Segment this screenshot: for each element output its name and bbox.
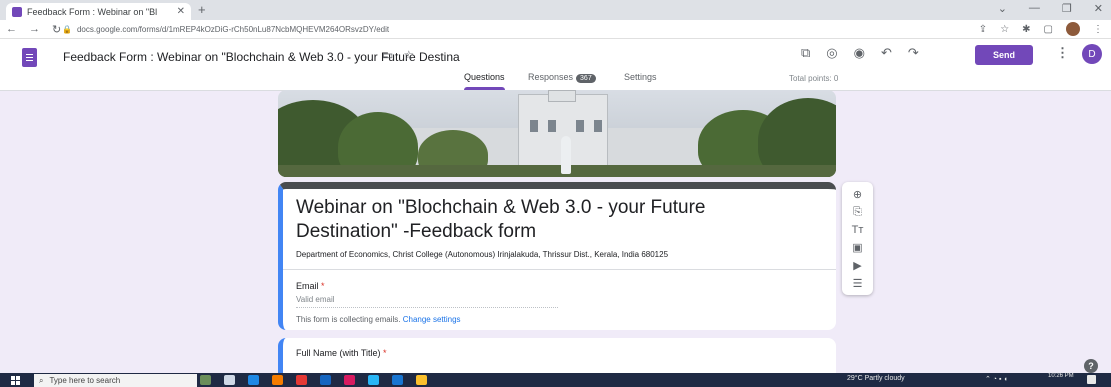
- add-image-icon[interactable]: ▣: [852, 241, 862, 254]
- addons-icon[interactable]: ⧉: [801, 45, 810, 61]
- address-bar-row: ← → ↻ 🔒 docs.google.com/forms/d/1mREP4kO…: [0, 20, 1111, 39]
- store-icon[interactable]: [320, 375, 331, 385]
- widget-icon[interactable]: [200, 375, 211, 385]
- taskbar-search[interactable]: ⌕ Type here to search: [34, 374, 197, 387]
- close-window-icon[interactable]: ✕: [1094, 2, 1103, 15]
- tab-questions[interactable]: Questions: [464, 72, 505, 90]
- app-icon[interactable]: [344, 375, 355, 385]
- collecting-emails-note: This form is collecting emails. Change s…: [296, 315, 461, 324]
- palette-icon[interactable]: ◎: [826, 45, 837, 61]
- title-icons: ▭ ☆: [382, 48, 414, 62]
- lock-icon: 🔒: [62, 25, 72, 34]
- forms-tabs: Questions Responses 367 Settings Total po…: [0, 70, 1111, 90]
- star-icon[interactable]: ☆: [403, 48, 414, 62]
- responses-count-badge: 367: [576, 74, 596, 83]
- add-video-icon[interactable]: ▶: [853, 259, 861, 272]
- forms-logo-icon[interactable]: [22, 48, 37, 67]
- url-bar[interactable]: 🔒 docs.google.com/forms/d/1mREP4kOzDiG-r…: [62, 22, 962, 37]
- form-title-card[interactable]: Webinar on "Blochchain & Web 3.0 - your …: [278, 182, 836, 330]
- browser-toolbar-right: ⇪ ☆ ✱ ▢ ⋮: [979, 22, 1103, 36]
- profile-avatar[interactable]: [1066, 22, 1080, 36]
- windows-start-icon[interactable]: [11, 376, 20, 385]
- telegram-icon[interactable]: [368, 375, 379, 385]
- bookmark-star-icon[interactable]: ☆: [1000, 24, 1009, 35]
- edge-icon[interactable]: [248, 375, 259, 385]
- user-avatar[interactable]: D: [1082, 44, 1102, 64]
- email-label: Email *: [296, 281, 325, 291]
- share-icon[interactable]: ⇪: [979, 24, 987, 35]
- send-button[interactable]: Send: [975, 45, 1033, 65]
- email-field[interactable]: Valid email: [296, 295, 558, 308]
- task-view-icon[interactable]: [224, 375, 235, 385]
- tab-responses-label: Responses: [528, 72, 574, 82]
- forms-favicon-icon: [12, 6, 22, 17]
- change-settings-link[interactable]: Change settings: [403, 315, 461, 324]
- search-icon: ⌕: [39, 375, 44, 385]
- add-title-icon[interactable]: Tт: [852, 224, 864, 236]
- header-tools: ⧉ ◎ ◉ ↶ ↷: [801, 45, 919, 61]
- chrome-icon[interactable]: [296, 375, 307, 385]
- add-question-icon[interactable]: ⊕: [853, 188, 862, 201]
- floating-toolbar: ⊕ ⎘ Tт ▣ ▶ ☰: [842, 182, 873, 295]
- browser-tab-title: Feedback Form : Webinar on "Bl: [27, 6, 158, 17]
- notification-icon[interactable]: [1087, 375, 1096, 384]
- minimize-icon[interactable]: —: [1029, 2, 1040, 15]
- browser-tab-strip: Feedback Form : Webinar on "Bl ✕ + ⌄ — ❐…: [0, 0, 1111, 20]
- more-options-icon[interactable]: ⋮: [1056, 45, 1069, 61]
- new-tab-icon[interactable]: +: [198, 2, 206, 17]
- back-icon[interactable]: ←: [6, 23, 17, 36]
- preview-eye-icon[interactable]: ◉: [854, 45, 865, 61]
- browser-tab[interactable]: Feedback Form : Webinar on "Bl ✕: [6, 3, 191, 20]
- question-title: Full Name (with Title) *: [296, 348, 387, 358]
- folder-icon[interactable]: ▭: [382, 48, 393, 62]
- close-tab-icon[interactable]: ✕: [177, 6, 185, 17]
- required-mark: *: [321, 281, 325, 291]
- form-description[interactable]: Department of Economics, Christ College …: [296, 250, 668, 259]
- url-text: docs.google.com/forms/d/1mREP4kOzDiG-rCh…: [76, 25, 390, 34]
- undo-icon[interactable]: ↶: [881, 45, 892, 61]
- chrome-menu-icon[interactable]: ⋮: [1093, 24, 1103, 35]
- window-controls: ⌄ — ❐ ✕: [998, 2, 1103, 15]
- nav-buttons: ← → ↻: [6, 23, 61, 36]
- system-tray[interactable]: ⌃ ◔ ▪ ◖: [985, 375, 1008, 383]
- chevron-down-icon[interactable]: ⌄: [998, 2, 1007, 15]
- reload-icon[interactable]: ↻: [52, 23, 61, 36]
- sidepanel-icon[interactable]: ▢: [1044, 24, 1053, 35]
- form-header-image: [278, 90, 836, 177]
- clock[interactable]: 10:26 PM: [1048, 373, 1074, 379]
- taskbar-apps: [200, 375, 427, 385]
- restore-icon[interactable]: ❐: [1062, 2, 1072, 15]
- import-questions-icon[interactable]: ⎘: [853, 206, 862, 219]
- forward-icon[interactable]: →: [29, 23, 40, 36]
- redo-icon[interactable]: ↷: [908, 45, 919, 61]
- form-heading[interactable]: Webinar on "Blochchain & Web 3.0 - your …: [296, 196, 806, 244]
- add-section-icon[interactable]: ☰: [853, 277, 863, 290]
- taskbar: ⌕ Type here to search 29°C Partly cloudy…: [0, 373, 1111, 387]
- statue: [561, 136, 571, 174]
- tab-responses[interactable]: Responses 367: [528, 72, 596, 83]
- weather-widget[interactable]: 29°C Partly cloudy: [847, 375, 905, 382]
- divider: [283, 269, 836, 270]
- help-icon[interactable]: ?: [1084, 359, 1098, 373]
- vlc-icon[interactable]: [272, 375, 283, 385]
- tab-settings[interactable]: Settings: [624, 72, 657, 82]
- forms-header: Feedback Form : Webinar on "Blochchain &…: [0, 39, 1111, 91]
- word-icon[interactable]: [392, 375, 403, 385]
- extensions-icon[interactable]: ✱: [1022, 24, 1030, 35]
- total-points: Total points: 0: [789, 74, 839, 83]
- file-explorer-icon[interactable]: [416, 375, 427, 385]
